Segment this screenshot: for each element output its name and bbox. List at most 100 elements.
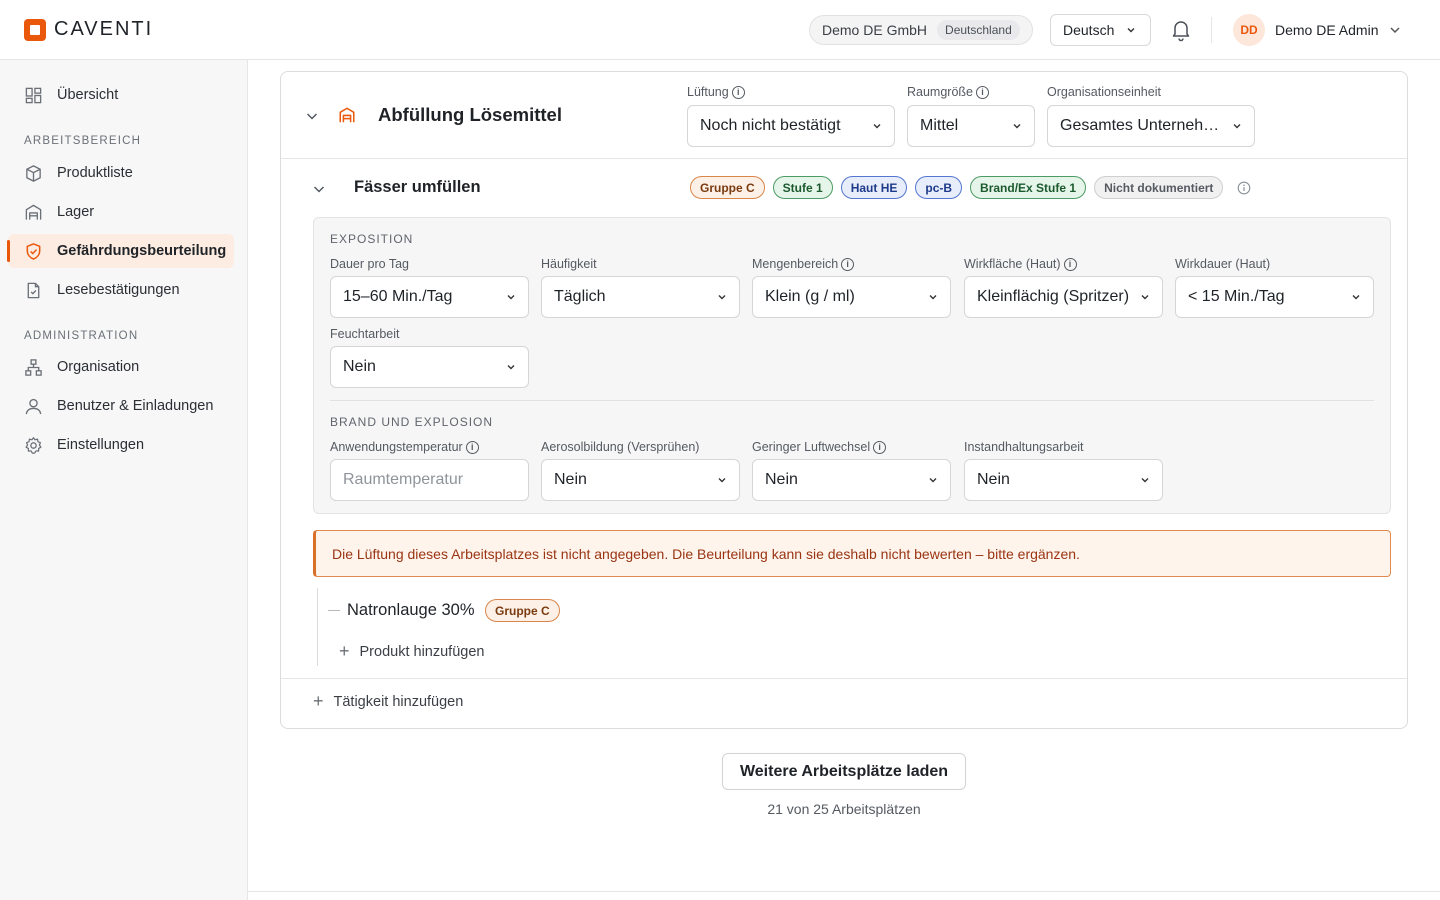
info-icon[interactable]: i	[1063, 257, 1077, 271]
info-icon[interactable]: i	[731, 85, 745, 99]
chevron-down-icon	[718, 478, 726, 483]
brand-name: CAVENTI	[54, 18, 154, 40]
sidebar-item-organisation[interactable]: Organisation	[8, 350, 234, 384]
user-menu[interactable]: DD Demo DE Admin	[1233, 14, 1402, 46]
top-bar: CAVENTI Demo DE GmbH Deutschland Deutsch…	[0, 0, 1440, 60]
chevron-down-icon	[1390, 27, 1401, 34]
sidebar-item-label: Übersicht	[57, 87, 119, 103]
brand-logo[interactable]: CAVENTI	[24, 18, 153, 41]
info-icon[interactable]	[1237, 181, 1251, 195]
chevron-down-icon	[1141, 295, 1149, 300]
header-divider	[1211, 17, 1212, 43]
workplace-title: Abfüllung Lösemittel	[378, 104, 562, 125]
sidebar-section-admin: ADMINISTRATION	[24, 330, 139, 342]
sidebar-item-label: Produktliste	[57, 165, 133, 181]
info-icon[interactable]: i	[465, 440, 479, 454]
warehouse-icon	[339, 107, 355, 123]
ventilation-select[interactable]: Noch nicht bestätigt	[687, 105, 895, 147]
maintenance-label: Instandhaltungsarbeit	[964, 440, 1084, 454]
language-value: Deutsch	[1063, 22, 1115, 38]
add-activity-button[interactable]: + Tätigkeit hinzufügen	[313, 691, 463, 712]
wet-work-select[interactable]: Nein	[330, 346, 529, 388]
info-icon[interactable]: i	[841, 257, 855, 271]
chevron-down-icon	[507, 295, 515, 300]
chevron-down-icon	[1013, 124, 1021, 129]
quantity-select[interactable]: Klein (g / ml)	[752, 276, 951, 318]
pagination-count: 21 von 25 Arbeitsplätzen	[767, 801, 921, 817]
sidebar-item-overview[interactable]: Übersicht	[8, 78, 234, 112]
frequency-label: Häufigkeit	[541, 257, 597, 271]
sidebar: Übersicht ARBEITSBEREICH Produktliste La…	[0, 60, 248, 900]
skin-duration-select[interactable]: < 15 Min./Tag	[1175, 276, 1374, 318]
chevron-down-icon	[929, 295, 937, 300]
room-size-select[interactable]: Mittel	[907, 105, 1035, 147]
org-country-badge: Deutschland	[937, 20, 1020, 40]
temperature-input[interactable]	[330, 459, 529, 501]
box-icon	[26, 164, 41, 182]
status-badge: Haut HE	[840, 176, 908, 199]
chevron-down-icon	[507, 365, 515, 370]
add-activity-label: Tätigkeit hinzufügen	[333, 693, 464, 710]
document-check-icon	[27, 282, 40, 298]
skin-area-select[interactable]: Kleinflächig (Spritzer)	[964, 276, 1163, 318]
org-name: Demo DE GmbH	[822, 22, 928, 38]
skin-area-label: Wirkfläche (Haut) i	[964, 257, 1077, 271]
chevron-down-icon	[873, 124, 881, 129]
activity-title: Fässer umfüllen	[354, 178, 481, 196]
status-badge: Brand/Ex Stufe 1	[970, 176, 1087, 199]
aerosol-select[interactable]: Nein	[541, 459, 740, 501]
sidebar-item-settings[interactable]: Einstellungen	[8, 428, 234, 462]
sidebar-item-storage[interactable]: Lager	[8, 195, 234, 229]
exposure-panel: EXPOSITION Dauer pro Tag 15–60 Min./Tag …	[313, 217, 1391, 514]
exposure-section-title: EXPOSITION	[330, 232, 414, 246]
user-icon	[25, 398, 42, 414]
sidebar-item-label: Gefährdungsbeurteilung	[57, 243, 227, 259]
sidebar-item-label: Organisation	[57, 359, 140, 375]
load-more-button[interactable]: Weitere Arbeitsplätze laden	[722, 753, 966, 790]
sidebar-item-risk-assessment[interactable]: Gefährdungsbeurteilung	[7, 234, 234, 268]
activity-badges: Gruppe C Stufe 1 Haut HE pc-B Brand/Ex S…	[690, 176, 1224, 199]
collapse-chevron-icon[interactable]	[312, 182, 326, 196]
chevron-down-icon	[1127, 28, 1135, 33]
sidebar-item-users[interactable]: Benutzer & Einladungen	[8, 389, 234, 423]
sidebar-item-label: Benutzer & Einladungen	[57, 398, 214, 414]
sidebar-item-products[interactable]: Produktliste	[8, 156, 234, 190]
notifications-bell-icon[interactable]	[1170, 18, 1192, 42]
section-divider	[330, 400, 1374, 401]
status-badge: Gruppe C	[485, 599, 560, 622]
aerosol-label: Aerosolbildung (Versprühen)	[541, 440, 700, 454]
room-size-label: Raumgröße i	[907, 85, 989, 99]
ventilation-label: Lüftung i	[687, 85, 745, 99]
organisation-switcher[interactable]: Demo DE GmbH Deutschland	[809, 15, 1033, 45]
sidebar-item-read-confirmations[interactable]: Lesebestätigungen	[8, 273, 234, 307]
org-chart-icon	[25, 358, 42, 376]
avatar: DD	[1233, 14, 1265, 46]
product-name[interactable]: Natronlauge 30%	[347, 601, 475, 620]
duration-select[interactable]: 15–60 Min./Tag	[330, 276, 529, 318]
air-change-select[interactable]: Nein	[752, 459, 951, 501]
skin-duration-label: Wirkdauer (Haut)	[1175, 257, 1271, 271]
chevron-down-icon	[1233, 124, 1241, 129]
language-select[interactable]: Deutsch	[1050, 14, 1151, 46]
org-unit-label: Organisationseinheit	[1047, 85, 1161, 99]
divider	[281, 678, 1407, 679]
maintenance-select[interactable]: Nein	[964, 459, 1163, 501]
status-badge: Gruppe C	[690, 176, 765, 199]
gear-icon	[25, 436, 42, 454]
org-unit-select[interactable]: Gesamtes Unterneh…	[1047, 105, 1255, 147]
status-badge: Nicht dokumentiert	[1094, 176, 1224, 199]
user-name: Demo DE Admin	[1275, 22, 1379, 38]
info-icon[interactable]: i	[976, 85, 989, 99]
info-icon[interactable]: i	[873, 440, 887, 454]
add-product-button[interactable]: + Produkt hinzufügen	[339, 641, 484, 662]
quantity-label: Mengenbereich i	[752, 257, 855, 271]
workplace-header: Abfüllung Lösemittel Lüftung i Noch nicht…	[281, 72, 1407, 159]
sidebar-item-label: Einstellungen	[57, 437, 145, 453]
product-tree-dash	[328, 610, 340, 611]
sidebar-section-work: ARBEITSBEREICH	[24, 135, 142, 147]
temperature-label: Anwendungstemperatur i	[330, 440, 479, 454]
collapse-chevron-icon[interactable]	[305, 109, 319, 123]
air-change-label: Geringer Luftwechsel i	[752, 440, 887, 454]
divider	[248, 891, 1440, 892]
frequency-select[interactable]: Täglich	[541, 276, 740, 318]
